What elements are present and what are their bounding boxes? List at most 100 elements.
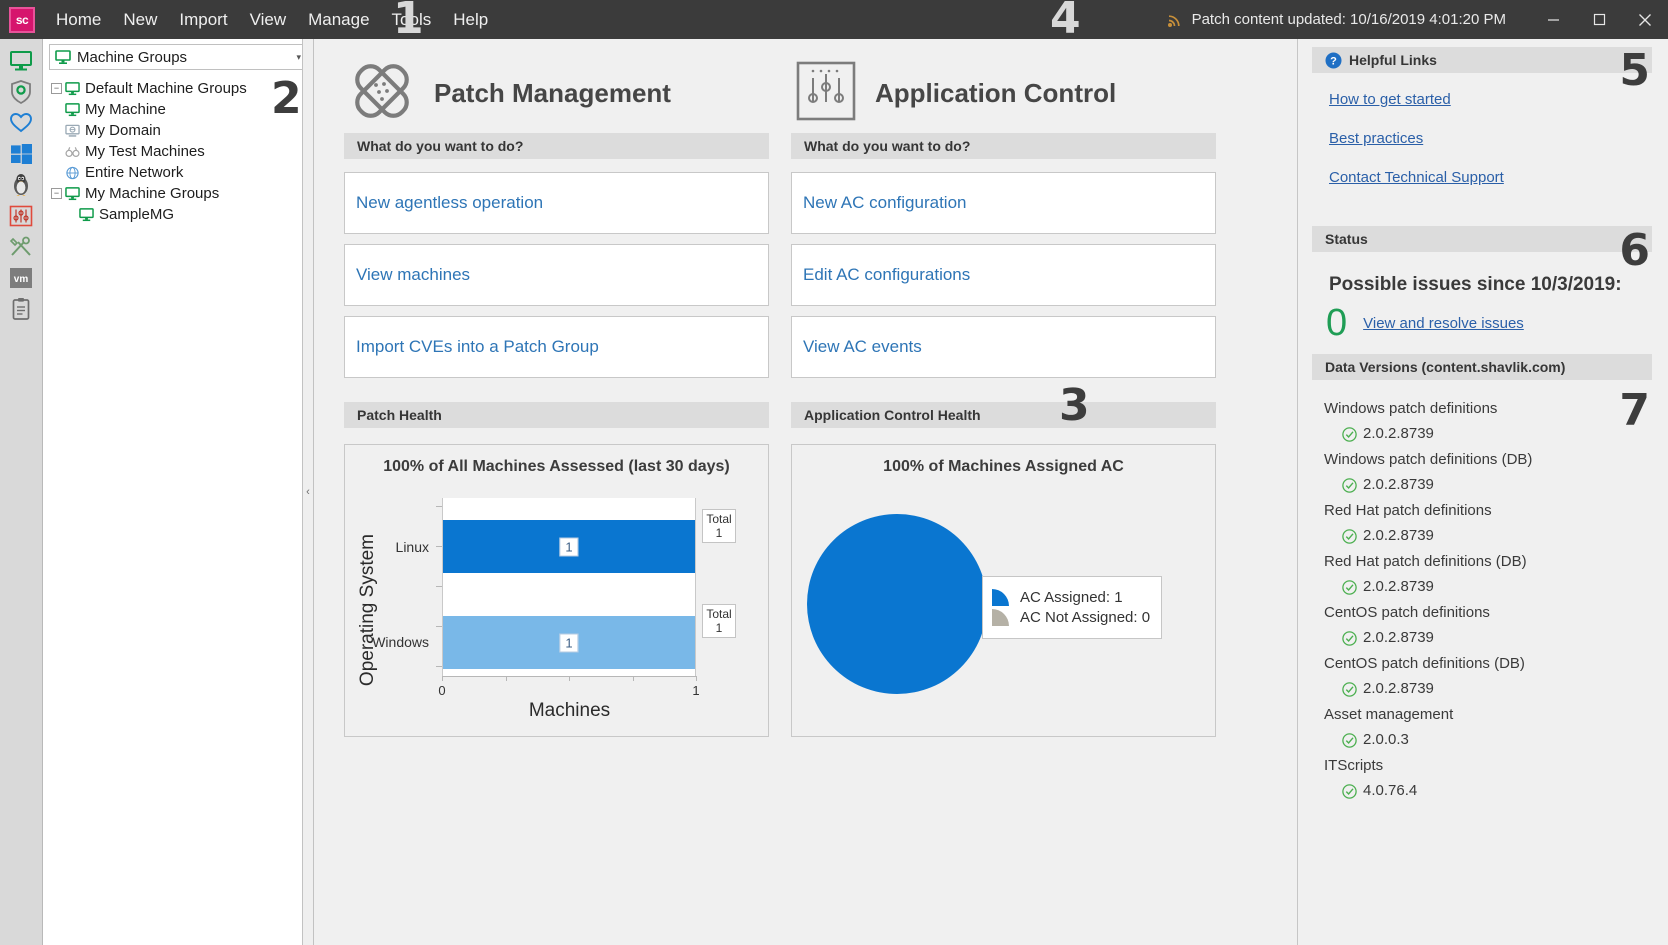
- link-new-ac-configuration[interactable]: New AC configuration: [803, 193, 966, 213]
- globe-icon: [65, 166, 80, 180]
- vm-icon[interactable]: vm: [0, 262, 43, 293]
- link-best-practices[interactable]: Best practices: [1329, 130, 1668, 147]
- legend-swatch-assigned: [992, 589, 1012, 606]
- monitor-icon: [65, 103, 80, 117]
- clipboard-icon[interactable]: [0, 293, 43, 324]
- linux-penguin-icon[interactable]: [0, 169, 43, 200]
- bar-chart-y-axis-label: Operating System: [357, 534, 379, 686]
- monitor-icon: [55, 50, 71, 65]
- menu-item-manage[interactable]: Manage: [297, 6, 380, 34]
- link-import-cves[interactable]: Import CVEs into a Patch Group: [356, 337, 599, 357]
- tools-icon[interactable]: [0, 231, 43, 262]
- bar-value-windows: 1: [559, 633, 578, 652]
- right-sidebar: ? Helpful Links How to get started Best …: [1297, 39, 1668, 945]
- link-contact-technical-support[interactable]: Contact Technical Support: [1329, 169, 1668, 186]
- data-version-value: 4.0.76.4: [1363, 778, 1417, 804]
- bar-chart-category-linux: Linux: [365, 539, 429, 555]
- link-view-machines[interactable]: View machines: [356, 265, 470, 285]
- pie-legend: AC Assigned: 1 AC Not Assigned: 0: [982, 576, 1162, 639]
- patch-management-header: Patch Management: [344, 53, 769, 133]
- bar-linux[interactable]: 1: [443, 520, 695, 573]
- data-version-row: 2.0.2.8739: [1324, 625, 1668, 651]
- windows-icon[interactable]: [0, 138, 43, 169]
- main-body: vm: [0, 39, 1668, 945]
- ac-assigned-pie-chart: AC Assigned: 1 AC Not Assigned: 0: [792, 476, 1215, 721]
- card-view-machines[interactable]: View machines: [344, 244, 769, 306]
- application-control-health-bar: Application Control Health: [791, 402, 1216, 428]
- sidebar-collapse-handle[interactable]: ‹: [302, 39, 314, 945]
- machine-groups-dropdown[interactable]: Machine Groups ▾: [49, 44, 307, 70]
- total-value: 1: [703, 621, 735, 635]
- minimize-button[interactable]: [1530, 0, 1576, 39]
- collapse-toggle-icon[interactable]: −: [51, 83, 62, 94]
- pie-slice-ac-assigned[interactable]: [807, 514, 987, 694]
- menu-item-import[interactable]: Import: [168, 6, 238, 34]
- tree-node-label: Entire Network: [85, 164, 183, 181]
- menu-item-home[interactable]: Home: [45, 6, 112, 34]
- collapse-toggle-icon[interactable]: −: [51, 188, 62, 199]
- application-control-title: Application Control: [875, 78, 1116, 109]
- helpful-links-list: How to get started Best practices Contac…: [1298, 73, 1668, 214]
- menu-item-new[interactable]: New: [112, 6, 168, 34]
- card-new-agentless-operation[interactable]: New agentless operation: [344, 172, 769, 234]
- link-how-to-get-started[interactable]: How to get started: [1329, 91, 1668, 108]
- icon-rail: vm: [0, 39, 43, 945]
- menu-item-help[interactable]: Help: [442, 6, 499, 34]
- x-tick: [633, 676, 634, 681]
- tree-node-entire-network[interactable]: Entire Network: [51, 162, 313, 183]
- link-new-agentless-operation[interactable]: New agentless operation: [356, 193, 543, 213]
- machine-groups-panel: Machine Groups ▾ − Default Machine Group…: [43, 39, 314, 945]
- dashboard-content: Patch Management What do you want to do?…: [314, 39, 1297, 945]
- patch-management-title: Patch Management: [434, 78, 671, 109]
- monitor-icon[interactable]: [0, 45, 43, 76]
- data-version-value: 2.0.0.3: [1363, 727, 1409, 753]
- tree-node-label: My Domain: [85, 122, 161, 139]
- data-version-row: 2.0.2.8739: [1324, 523, 1668, 549]
- check-circle-icon: [1342, 580, 1357, 595]
- heart-icon[interactable]: [0, 107, 43, 138]
- check-circle-icon: [1342, 631, 1357, 646]
- tree-node-my-machine-groups[interactable]: − My Machine Groups: [51, 183, 313, 204]
- legend-swatch-not-assigned: [992, 609, 1012, 626]
- card-view-ac-events[interactable]: View AC events: [791, 316, 1216, 378]
- link-view-ac-events[interactable]: View AC events: [803, 337, 922, 357]
- tree-node-label: My Test Machines: [85, 143, 205, 160]
- chevron-down-icon[interactable]: ▾: [296, 52, 301, 63]
- rss-feed-icon: [1166, 10, 1185, 29]
- patch-management-column: Patch Management What do you want to do?…: [344, 39, 769, 945]
- tree-node-label: Default Machine Groups: [85, 80, 247, 97]
- total-box-linux: Total 1: [702, 509, 736, 543]
- close-button[interactable]: [1622, 0, 1668, 39]
- patch-health-chart: 100% of All Machines Assessed (last 30 d…: [344, 444, 769, 737]
- ac-health-chart-title: 100% of Machines Assigned AC: [792, 445, 1215, 476]
- menu-item-view[interactable]: View: [239, 6, 298, 34]
- card-edit-ac-configurations[interactable]: Edit AC configurations: [791, 244, 1216, 306]
- link-edit-ac-configurations[interactable]: Edit AC configurations: [803, 265, 970, 285]
- tree-node-my-domain[interactable]: My Domain: [51, 120, 313, 141]
- tree-node-samplemg[interactable]: SampleMG: [51, 204, 313, 225]
- patch-health-bar: Patch Health: [344, 402, 769, 428]
- card-new-ac-configuration[interactable]: New AC configuration: [791, 172, 1216, 234]
- shield-icon[interactable]: [0, 76, 43, 107]
- data-version-value: 2.0.2.8739: [1363, 472, 1434, 498]
- tree-node-default-machine-groups[interactable]: − Default Machine Groups: [51, 78, 313, 99]
- maximize-button[interactable]: [1576, 0, 1622, 39]
- domain-icon: [65, 124, 80, 138]
- data-version-name: Red Hat patch definitions: [1324, 498, 1668, 523]
- data-version-name: Red Hat patch definitions (DB): [1324, 549, 1668, 574]
- title-bar: sc Home New Import View Manage Tools Hel…: [0, 0, 1668, 39]
- monitor-icon: [65, 82, 80, 96]
- window-controls: [1530, 0, 1668, 39]
- bar-chart-plot-area: 1 1: [442, 498, 696, 676]
- x-tick: [506, 676, 507, 681]
- link-view-and-resolve-issues[interactable]: View and resolve issues: [1363, 315, 1524, 332]
- application-control-health-chart: 100% of Machines Assigned AC AC Assigned…: [791, 444, 1216, 737]
- tree-node-my-test-machines[interactable]: My Test Machines: [51, 141, 313, 162]
- bar-windows[interactable]: 1: [443, 616, 695, 669]
- menu-item-tools[interactable]: Tools: [381, 6, 443, 34]
- tree-node-my-machine[interactable]: My Machine: [51, 99, 313, 120]
- sliders-icon[interactable]: [0, 200, 43, 231]
- card-import-cves[interactable]: Import CVEs into a Patch Group: [344, 316, 769, 378]
- app-logo-icon: sc: [9, 7, 35, 33]
- check-circle-icon: [1342, 529, 1357, 544]
